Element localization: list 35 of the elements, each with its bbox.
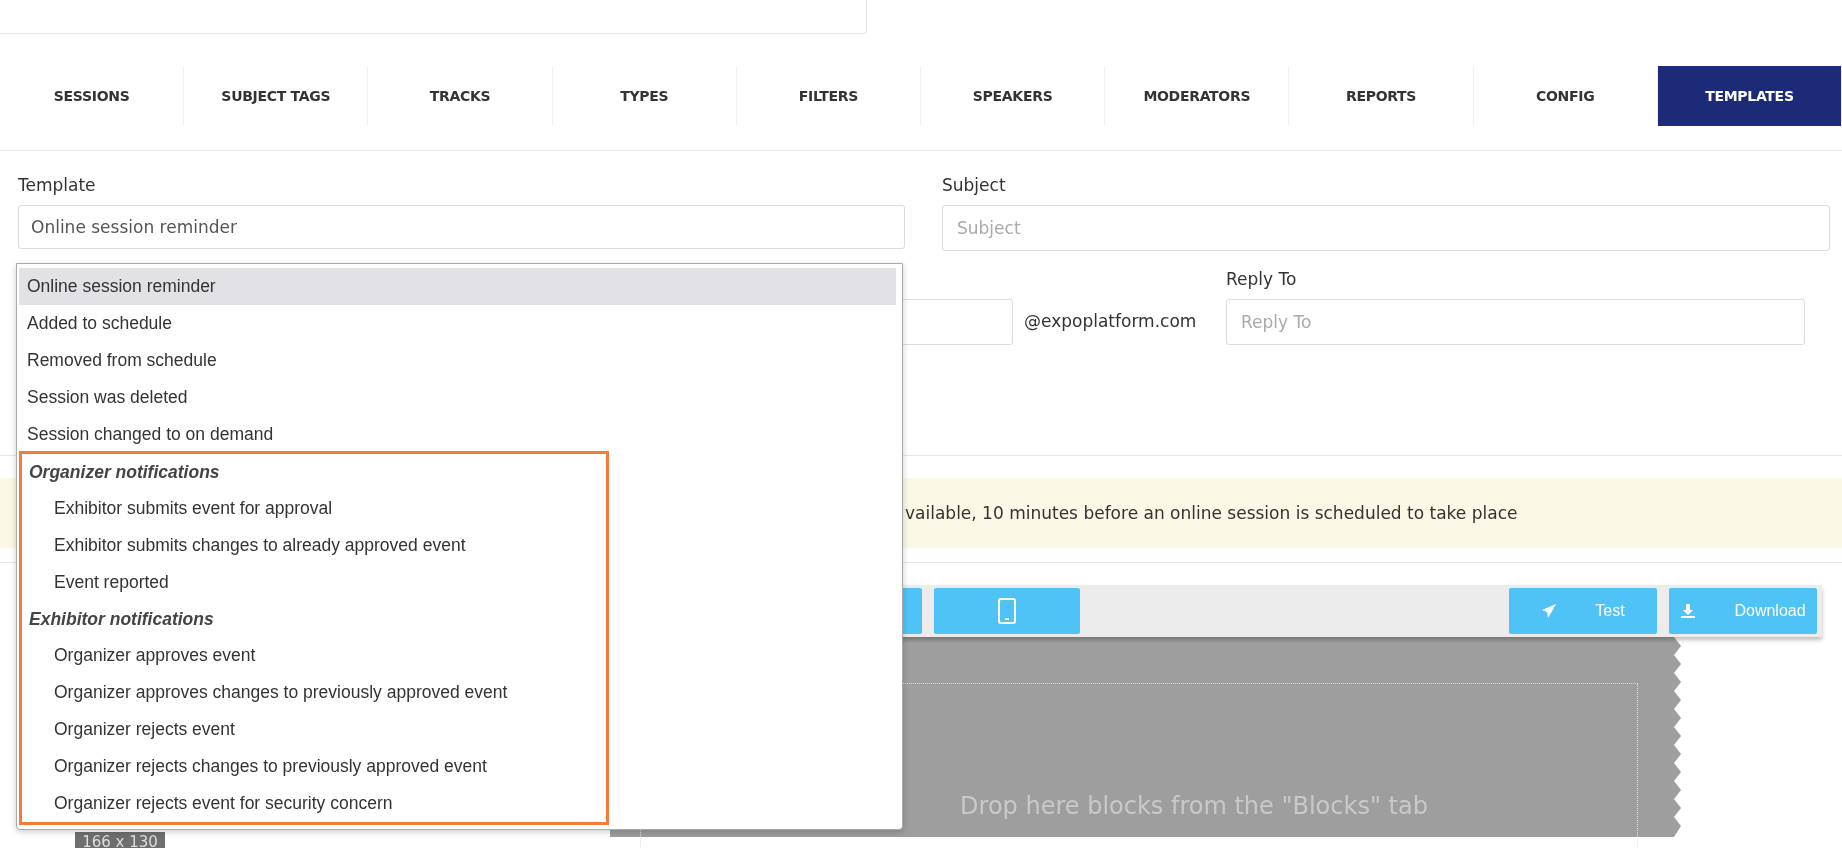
input-field[interactable]: Reply To bbox=[1226, 299, 1805, 345]
field-label: Reply To bbox=[1226, 269, 1298, 289]
dropdown-option[interactable]: Organizer rejects event for security concern bbox=[22, 785, 600, 822]
input-field[interactable]: Subject bbox=[942, 205, 1830, 251]
option-group-heading: Exhibitor notifications bbox=[28, 607, 215, 631]
dropdown-option[interactable]: Event reported bbox=[22, 564, 600, 601]
email-domain: @expoplatform.com bbox=[1023, 310, 1198, 331]
tab[interactable]: FILTERS bbox=[736, 66, 921, 126]
dropdown-option[interactable]: Exhibitor submits event for approval bbox=[22, 490, 600, 527]
field-label: Subject bbox=[942, 175, 1007, 195]
template-select[interactable]: Online session reminder bbox=[18, 205, 905, 249]
view-button[interactable] bbox=[934, 588, 1080, 634]
dropdown-option[interactable]: Session changed to on demand bbox=[19, 416, 896, 453]
tab[interactable]: SPEAKERS bbox=[921, 66, 1106, 126]
dropdown-option[interactable]: Organizer rejects changes to previously approved event bbox=[22, 748, 600, 785]
dropdown-option[interactable]: Removed from schedule bbox=[19, 342, 896, 379]
dropdown-option[interactable]: Added to schedule bbox=[19, 305, 896, 342]
dropdown-option[interactable]: Organizer rejects event bbox=[22, 711, 600, 748]
paper-plane-icon bbox=[1541, 603, 1558, 619]
dropdown-option[interactable]: Organizer approves event bbox=[22, 637, 600, 674]
field-label: Template bbox=[18, 175, 97, 195]
tab[interactable]: TRACKS bbox=[368, 66, 553, 126]
dropdown-option[interactable]: Session was deleted bbox=[19, 379, 896, 416]
thumbnail-size: 166 x 130 bbox=[75, 832, 165, 848]
tab[interactable]: SESSIONS bbox=[0, 66, 185, 126]
tab[interactable]: SUBJECT TAGS bbox=[184, 66, 369, 126]
tab[interactable]: TEMPLATES bbox=[1657, 66, 1842, 126]
dropdown-option[interactable]: Online session reminder bbox=[19, 268, 896, 305]
dropdown-option[interactable]: Organizer approves changes to previously approved event bbox=[22, 674, 600, 711]
download-icon bbox=[1680, 603, 1697, 619]
tab[interactable]: MODERATORS bbox=[1105, 66, 1290, 126]
tab[interactable]: TYPES bbox=[552, 66, 737, 126]
tab[interactable]: CONFIG bbox=[1473, 66, 1658, 126]
tablet-icon bbox=[998, 598, 1016, 624]
tab[interactable]: REPORTS bbox=[1289, 66, 1474, 126]
